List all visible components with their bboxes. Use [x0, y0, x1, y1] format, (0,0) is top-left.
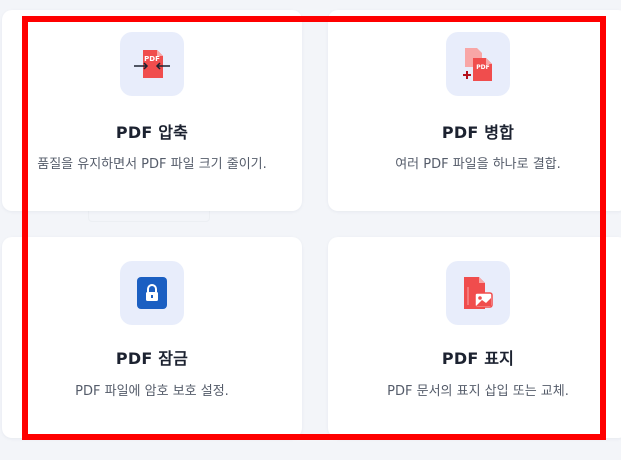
- card-title: PDF 표지: [441, 349, 515, 368]
- lock-pdf-icon: [120, 261, 184, 325]
- tool-card-cover-pdf[interactable]: PDF 표지 PDF 문서의 표지 삽입 또는 교체.: [328, 237, 621, 438]
- card-description: PDF 문서의 표지 삽입 또는 교체.: [387, 384, 569, 399]
- tool-card-lock-pdf[interactable]: PDF 잠금 PDF 파일에 암호 보호 설정.: [2, 237, 302, 438]
- card-description: PDF 파일에 암호 보호 설정.: [75, 384, 229, 399]
- card-description: 품질을 유지하면서 PDF 파일 크기 줄이기.: [37, 157, 267, 172]
- icon-label: PDF: [476, 64, 489, 71]
- tool-card-compress-pdf[interactable]: PDF PDF 압축 품질을 유지하면서 PDF 파일 크기 줄이기.: [2, 10, 302, 211]
- icon-label: PDF: [144, 55, 160, 63]
- card-title: PDF 병합: [441, 123, 515, 142]
- card-description: 여러 PDF 파일을 하나로 결합.: [395, 157, 561, 172]
- compress-pdf-icon: PDF: [120, 32, 184, 96]
- merge-pdf-icon: PDF: [446, 32, 510, 96]
- tool-card-merge-pdf[interactable]: PDF PDF 병합 여러 PDF 파일을 하나로 결합.: [328, 10, 621, 211]
- card-title: PDF 잠금: [115, 349, 189, 368]
- cover-pdf-icon: [446, 261, 510, 325]
- card-title: PDF 압축: [115, 123, 189, 142]
